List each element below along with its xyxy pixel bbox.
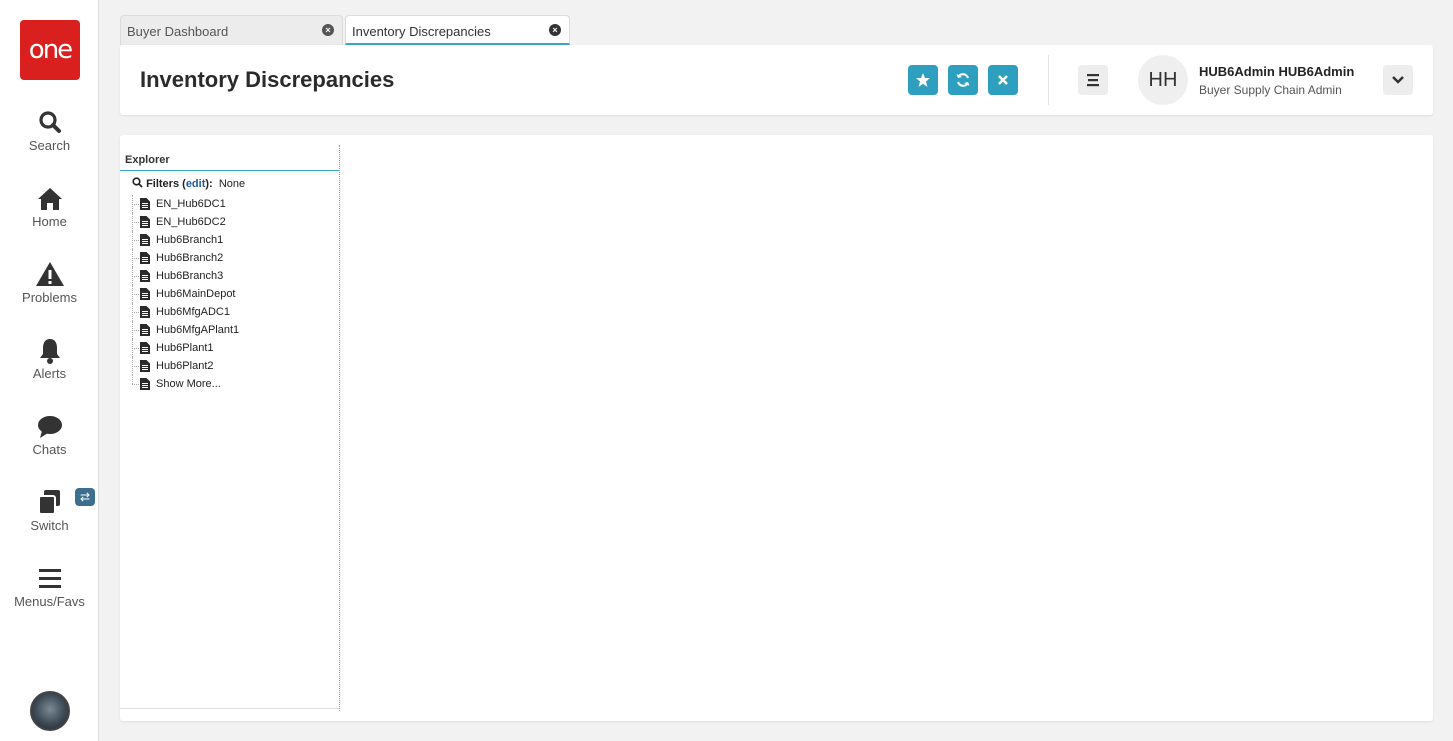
tree-item-label: Hub6MfgAPlant1 — [156, 324, 240, 336]
tree-item[interactable]: EN_Hub6DC2 — [120, 213, 339, 231]
bell-icon — [39, 339, 60, 364]
close-tab-icon[interactable]: × — [322, 24, 334, 36]
tree-item-label: Hub6MainDepot — [156, 288, 236, 300]
filters-edit-link[interactable]: edit — [186, 178, 206, 190]
document-icon — [140, 324, 150, 336]
explorer-panel: Explorer Filters (edit): None EN_Hub6DC1… — [120, 145, 340, 711]
tree-item-label: Hub6Plant1 — [156, 342, 214, 354]
tree-item[interactable]: Hub6Branch2 — [120, 249, 339, 267]
nav-label: Problems — [22, 290, 77, 305]
star-icon — [916, 73, 930, 87]
tree-item-label: Show More... — [156, 378, 221, 390]
document-icon — [140, 288, 150, 300]
home-icon — [37, 188, 62, 210]
menu-icon — [38, 569, 61, 588]
swap-icon[interactable]: ⇄ — [75, 488, 95, 506]
tree-item-label: Hub6Branch2 — [156, 252, 224, 264]
refresh-button[interactable] — [948, 65, 978, 95]
document-icon — [140, 342, 150, 354]
favorite-button[interactable] — [908, 65, 938, 95]
document-icon — [140, 306, 150, 318]
nav-chats[interactable]: Chats — [0, 412, 99, 457]
tree-item-label: Hub6Plant2 — [156, 360, 214, 372]
user-role: Buyer Supply Chain Admin — [1199, 83, 1342, 97]
nav-label: Alerts — [32, 366, 67, 381]
search-icon — [38, 111, 61, 133]
explorer-footer — [120, 708, 339, 711]
tree-item[interactable]: Hub6Plant1 — [120, 339, 339, 357]
user-name: HUB6Admin HUB6Admin — [1199, 64, 1355, 79]
filters-label: Filters — [146, 178, 180, 190]
switch-icon — [37, 490, 60, 515]
document-icon — [140, 252, 150, 264]
close-tab-icon[interactable]: × — [549, 24, 561, 36]
document-icon — [140, 378, 150, 390]
warning-icon — [35, 262, 64, 286]
tree-item-label: EN_Hub6DC2 — [156, 216, 226, 228]
nav-alerts[interactable]: Alerts — [0, 336, 99, 381]
explorer-tree: EN_Hub6DC1 EN_Hub6DC2 Hub6Branch1 Hub6Branc… — [120, 195, 339, 393]
document-icon — [140, 360, 150, 372]
document-icon — [140, 198, 150, 210]
chat-icon — [37, 416, 62, 438]
side-nav: one Search Home Problems Alerts Chats ⇄ … — [0, 0, 99, 741]
tree-item[interactable]: Hub6Branch3 — [120, 267, 339, 285]
assistant-avatar[interactable] — [30, 691, 70, 731]
page-title: Inventory Discrepancies — [140, 67, 395, 92]
nav-home[interactable]: Home — [0, 184, 99, 229]
tree-item-label: EN_Hub6DC1 — [156, 198, 226, 210]
nav-menus-favs[interactable]: Menus/Favs — [0, 564, 99, 609]
divider — [1048, 55, 1049, 105]
main-panel: Explorer Filters (edit): None EN_Hub6DC1… — [120, 135, 1433, 721]
refresh-icon — [956, 73, 970, 87]
tab-label: Buyer Dashboard — [127, 24, 229, 39]
page-header: Inventory Discrepancies HH HUB6Admin HUB… — [120, 45, 1433, 115]
tree-item-label: Hub6MfgADC1 — [156, 306, 230, 318]
nav-label: Switch — [30, 518, 69, 533]
filters-row: Filters (edit): None — [132, 177, 245, 190]
tree-item[interactable]: Hub6Plant2 — [120, 357, 339, 375]
nav-label: Home — [32, 214, 67, 229]
nav-label: Search — [28, 138, 71, 153]
document-icon — [140, 234, 150, 246]
one-logo[interactable]: one — [20, 20, 80, 80]
tree-item[interactable]: EN_Hub6DC1 — [120, 195, 339, 213]
tree-item-label: Hub6Branch1 — [156, 234, 224, 246]
tab-inventory-discrepancies[interactable]: Inventory Discrepancies × — [345, 15, 570, 45]
document-icon — [140, 270, 150, 282]
close-icon — [998, 75, 1008, 85]
filters-value: None — [218, 178, 246, 190]
tree-item[interactable]: Hub6Branch1 — [120, 231, 339, 249]
tree-item[interactable]: Hub6MainDepot — [120, 285, 339, 303]
page-menu-button[interactable] — [1078, 65, 1108, 95]
tree-item[interactable]: Hub6MfgAPlant1 — [120, 321, 339, 339]
user-menu-button[interactable] — [1383, 65, 1413, 95]
nav-label: Menus/Favs — [14, 594, 85, 609]
hamburger-icon — [1087, 74, 1099, 87]
search-icon — [132, 177, 143, 188]
tree-item-label: Hub6Branch3 — [156, 270, 224, 282]
tab-label: Inventory Discrepancies — [352, 24, 491, 39]
tab-buyer-dashboard[interactable]: Buyer Dashboard × — [120, 15, 343, 45]
tree-item[interactable]: Hub6MfgADC1 — [120, 303, 339, 321]
chevron-down-icon — [1392, 76, 1404, 84]
tree-item[interactable]: Show More... — [120, 375, 339, 393]
nav-problems[interactable]: Problems — [0, 260, 99, 305]
document-icon — [140, 216, 150, 228]
close-page-button[interactable] — [988, 65, 1018, 95]
user-avatar[interactable]: HH — [1138, 55, 1188, 105]
explorer-title: Explorer — [120, 145, 339, 171]
nav-search[interactable]: Search — [0, 108, 99, 153]
nav-switch[interactable]: ⇄ Switch — [0, 488, 99, 533]
nav-label: Chats — [32, 442, 67, 457]
